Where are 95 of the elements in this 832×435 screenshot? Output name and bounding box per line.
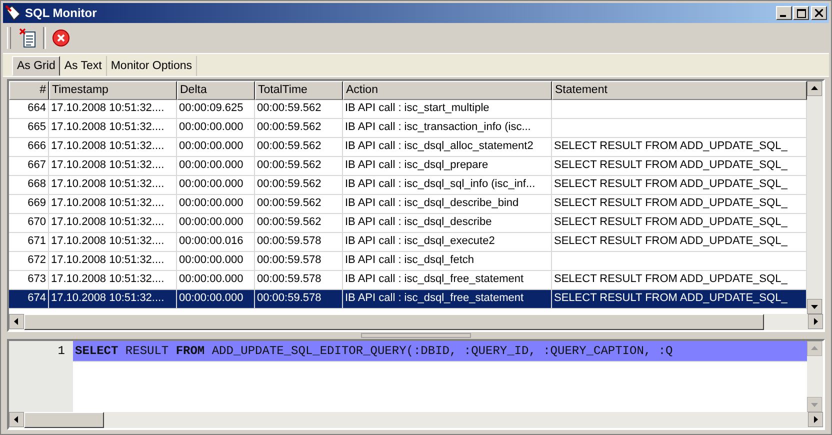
table-cell: SELECT RESULT FROM ADD_UPDATE_SQL_ — [552, 290, 807, 309]
column-header[interactable]: # — [9, 81, 49, 100]
log-row[interactable]: 671 17.10.2008 10:51:32.... 00:00:00.016 00:00:59.578 IB API call : isc_dsql_execute2 SELECT RESULT FROM ADD_UPDATE_SQL_ — [9, 233, 807, 252]
sql-editor[interactable]: 1 SELECT RESULT FROM ADD_UPDATE_SQL_EDITOR_QUERY(:DBID, :QUERY_ID, :QUERY_CAPTION, :Q — [7, 339, 825, 430]
editor-vertical-scrollbar[interactable] — [807, 341, 823, 412]
table-cell: 665 — [9, 119, 49, 138]
table-cell: 17.10.2008 10:51:32.... — [49, 100, 177, 119]
table-cell: 669 — [9, 195, 49, 214]
table-cell: 17.10.2008 10:51:32.... — [49, 176, 177, 195]
table-cell: IB API call : isc_start_multiple — [343, 100, 552, 119]
log-row[interactable]: 668 17.10.2008 10:51:32.... 00:00:00.000 00:00:59.562 IB API call : isc_dsql_sql_info (isc_inf... SELECT RESULT FROM ADD_UPDATE_SQL_ — [9, 176, 807, 195]
table-cell: 00:00:59.578 — [255, 233, 343, 252]
tag-icon — [5, 5, 21, 21]
log-row[interactable]: 665 17.10.2008 10:51:32.... 00:00:00.000 00:00:59.562 IB API call : isc_transaction_info (isc... — [9, 119, 807, 138]
table-cell: 00:00:59.562 — [255, 138, 343, 157]
table-cell: 674 — [9, 290, 49, 309]
table-cell: 17.10.2008 10:51:32.... — [49, 119, 177, 138]
table-cell: 00:00:59.562 — [255, 195, 343, 214]
document-icon — [19, 28, 37, 48]
minimize-button[interactable] — [776, 6, 792, 20]
table-cell: 00:00:00.000 — [177, 290, 255, 309]
table-cell: SELECT RESULT FROM ADD_UPDATE_SQL_ — [552, 138, 807, 157]
table-cell: 17.10.2008 10:51:32.... — [49, 252, 177, 271]
close-button[interactable] — [811, 6, 827, 20]
table-cell: 00:00:00.000 — [177, 214, 255, 233]
log-row[interactable]: 674 17.10.2008 10:51:32.... 00:00:00.000 00:00:59.578 IB API call : isc_dsql_free_statement SELECT RESULT FROM ADD_UPDATE_SQL_ — [9, 290, 807, 309]
table-cell: SELECT RESULT FROM ADD_UPDATE_SQL_ — [552, 157, 807, 176]
table-cell: 00:00:00.000 — [177, 138, 255, 157]
table-cell: 00:00:59.562 — [255, 176, 343, 195]
down-arrow-icon — [807, 397, 822, 412]
table-cell: 00:00:59.562 — [255, 119, 343, 138]
table-cell: SELECT RESULT FROM ADD_UPDATE_SQL_ — [552, 176, 807, 195]
table-cell: 00:00:00.000 — [177, 176, 255, 195]
table-cell: IB API call : isc_dsql_fetch — [343, 252, 552, 271]
view-tab[interactable]: Monitor Options — [106, 56, 198, 76]
column-header[interactable]: Action — [343, 81, 552, 100]
table-cell: 00:00:59.562 — [255, 157, 343, 176]
table-cell: 00:00:00.000 — [177, 119, 255, 138]
table-cell: IB API call : isc_dsql_describe_bind — [343, 195, 552, 214]
table-cell: 00:00:00.000 — [177, 195, 255, 214]
table-cell: 17.10.2008 10:51:32.... — [49, 214, 177, 233]
vertical-scrollbar[interactable] — [807, 81, 823, 314]
table-cell: 666 — [9, 138, 49, 157]
splitter-handle[interactable] — [361, 333, 471, 338]
log-row[interactable]: 672 17.10.2008 10:51:32.... 00:00:00.000 00:00:59.578 IB API call : isc_dsql_fetch — [9, 252, 807, 271]
table-cell: IB API call : isc_dsql_free_statement — [343, 290, 552, 309]
table-cell: 17.10.2008 10:51:32.... — [49, 290, 177, 309]
editor-horizontal-scrollbar[interactable] — [9, 412, 823, 428]
close-icon — [815, 9, 823, 17]
table-cell: 17.10.2008 10:51:32.... — [49, 233, 177, 252]
table-cell: 00:00:59.562 — [255, 214, 343, 233]
up-arrow-icon — [807, 341, 822, 356]
view-tab[interactable]: As Text — [60, 56, 107, 76]
table-cell: 664 — [9, 100, 49, 119]
table-cell: 668 — [9, 176, 49, 195]
view-tab[interactable]: As Grid — [12, 56, 60, 76]
table-cell: 670 — [9, 214, 49, 233]
log-row[interactable]: 666 17.10.2008 10:51:32.... 00:00:00.000 00:00:59.562 IB API call : isc_dsql_alloc_statement2 SELECT RESULT FROM ADD_UPDATE_SQL_ — [9, 138, 807, 157]
right-arrow-icon — [808, 412, 823, 427]
table-cell: 00:00:00.000 — [177, 252, 255, 271]
table-cell: IB API call : isc_transaction_info (isc... — [343, 119, 552, 138]
table-cell: IB API call : isc_dsql_describe — [343, 214, 552, 233]
maximize-icon — [796, 8, 806, 18]
window-title: SQL Monitor — [25, 6, 98, 20]
log-row[interactable]: 664 17.10.2008 10:51:32.... 00:00:09.625 00:00:59.562 IB API call : isc_start_multiple — [9, 100, 807, 119]
log-row[interactable]: 669 17.10.2008 10:51:32.... 00:00:00.000 00:00:59.562 IB API call : isc_dsql_describe_bind SELECT RESULT FROM ADD_UPDATE_SQL_ — [9, 195, 807, 214]
line-number: 1 — [56, 343, 66, 358]
table-cell: 00:00:09.625 — [177, 100, 255, 119]
table-cell: SELECT RESULT FROM ADD_UPDATE_SQL_ — [552, 233, 807, 252]
table-cell: 672 — [9, 252, 49, 271]
log-row[interactable]: 670 17.10.2008 10:51:32.... 00:00:00.000 00:00:59.562 IB API call : isc_dsql_describe SELECT RESULT FROM ADD_UPDATE_SQL_ — [9, 214, 807, 233]
table-cell: 00:00:00.016 — [177, 233, 255, 252]
table-cell: 671 — [9, 233, 49, 252]
table-cell: 667 — [9, 157, 49, 176]
down-arrow-icon — [807, 299, 822, 314]
table-cell: IB API call : isc_dsql_alloc_statement2 — [343, 138, 552, 157]
log-row[interactable]: 667 17.10.2008 10:51:32.... 00:00:00.000 00:00:59.562 IB API call : isc_dsql_prepare SELECT RESULT FROM ADD_UPDATE_SQL_ — [9, 157, 807, 176]
column-header[interactable]: TotalTime — [255, 81, 343, 100]
column-header[interactable]: Delta — [177, 81, 255, 100]
table-cell: 00:00:59.578 — [255, 290, 343, 309]
table-cell: 00:00:00.000 — [177, 157, 255, 176]
table-cell: 17.10.2008 10:51:32.... — [49, 157, 177, 176]
table-cell: 17.10.2008 10:51:32.... — [49, 138, 177, 157]
left-arrow-icon — [9, 412, 24, 427]
table-cell: SELECT RESULT FROM ADD_UPDATE_SQL_ — [552, 214, 807, 233]
stop-icon — [52, 29, 70, 47]
table-cell: IB API call : isc_dsql_prepare — [343, 157, 552, 176]
table-cell: 00:00:59.578 — [255, 252, 343, 271]
table-cell: IB API call : isc_dsql_execute2 — [343, 233, 552, 252]
table-cell: 00:00:59.562 — [255, 100, 343, 119]
table-cell: 17.10.2008 10:51:32.... — [49, 195, 177, 214]
table-cell: SELECT RESULT FROM ADD_UPDATE_SQL_ — [552, 195, 807, 214]
column-header[interactable]: Timestamp — [49, 81, 177, 100]
maximize-button[interactable] — [793, 6, 809, 20]
table-cell: IB API call : isc_dsql_sql_info (isc_inf... — [343, 176, 552, 195]
